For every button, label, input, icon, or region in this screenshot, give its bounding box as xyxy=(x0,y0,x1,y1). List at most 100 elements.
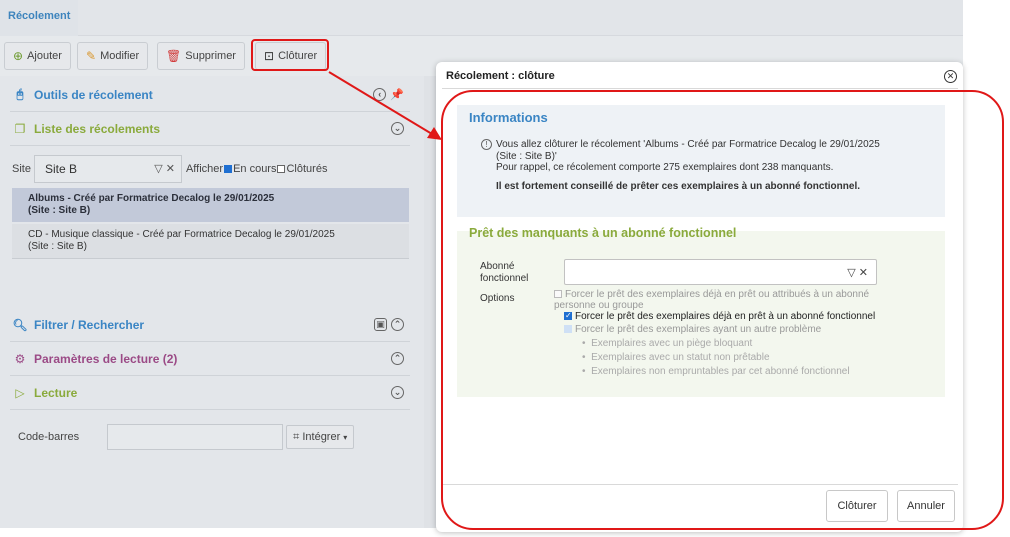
integrate-button-label: Intégrer xyxy=(302,431,341,443)
tab-recolement[interactable]: Récolement xyxy=(0,0,79,36)
abonne-label-line-2: fonctionnel xyxy=(480,273,529,284)
chevron-down-icon[interactable]: ⌄ xyxy=(391,386,404,399)
close-button-highlight xyxy=(251,39,329,71)
sub-option: • Exemplaires avec un statut non prêtabl… xyxy=(582,352,770,363)
close-icon[interactable]: ✕ xyxy=(944,70,957,83)
dialog-title: Récolement : clôture xyxy=(446,70,555,82)
site-select-controls: ▽ ✕ xyxy=(154,162,175,175)
abonne-select[interactable]: ▽ ✕ xyxy=(564,259,877,285)
app-tabbar: Récolement xyxy=(0,0,963,36)
pin-icon[interactable]: 📌 xyxy=(390,88,404,101)
info-line-2: (Site : Site B)' xyxy=(496,150,557,162)
add-button-label: Ajouter xyxy=(27,50,62,62)
info-panel: Informations ! Vous allez clôturer le ré… xyxy=(457,105,945,217)
add-button[interactable]: ⊕ Ajouter xyxy=(4,42,71,70)
list-item-title: CD - Musique classique - Créé par Format… xyxy=(28,229,335,240)
option-checkbox[interactable] xyxy=(564,310,572,321)
option-label: Forcer le prêt des exemplaires déjà en p… xyxy=(575,311,876,322)
barcode-input[interactable] xyxy=(107,424,284,450)
footer-divider xyxy=(442,484,958,485)
section-filtrer-controls: ▣ ⌃ xyxy=(374,318,404,331)
site-filter-row: Site Site B ▽ ✕ Afficher En cours Clôtur… xyxy=(12,155,412,183)
info-warning: Il est fortement conseillé de prêter ces… xyxy=(496,180,860,192)
section-liste-title: Liste des récolements xyxy=(34,121,161,136)
section-filtrer-title: Filtrer / Rechercher xyxy=(34,317,145,332)
clear-icon[interactable]: ✕ xyxy=(166,163,175,175)
option-label: Forcer le prêt des exemplaires ayant un … xyxy=(575,324,822,335)
barcode-label: Code-barres xyxy=(18,431,80,443)
delete-button[interactable]: 🗑 Supprimer xyxy=(157,42,245,70)
option-label: Forcer le prêt des exemplaires déjà en p… xyxy=(565,289,870,300)
section-liste-controls: ⌄ xyxy=(391,122,404,135)
section-liste[interactable]: ❐ Liste des récolements ⌄ xyxy=(10,112,410,146)
dropdown-icon[interactable]: ▽ xyxy=(847,267,855,279)
section-filtrer[interactable]: 🔍︎ Filtrer / Rechercher ▣ ⌃ xyxy=(10,308,410,342)
abonne-label-line-1: Abonné xyxy=(480,261,515,272)
info-text: ! Vous allez clôturer le récolement 'Alb… xyxy=(481,139,921,192)
dropdown-icon[interactable]: ▽ xyxy=(154,163,162,175)
info-title: Informations xyxy=(469,110,548,125)
section-outils-controls: ‹ 📌 xyxy=(373,88,404,101)
header-divider xyxy=(442,88,958,89)
chevron-left-icon[interactable]: ‹ xyxy=(373,88,387,101)
sub-option: • Exemplaires avec un piège bloquant xyxy=(582,338,753,349)
list-item-site: (Site : Site B) xyxy=(28,241,87,252)
list-item-site: (Site : Site B) xyxy=(28,205,91,216)
info-line-1: Vous allez clôturer le récolement 'Album… xyxy=(496,139,880,150)
closed-checkbox[interactable] xyxy=(277,165,286,173)
section-outils[interactable]: 🖰 Outils de récolement ‹ 📌 xyxy=(10,78,410,112)
copy-icon: ❐ xyxy=(14,121,26,136)
section-outils-title: Outils de récolement xyxy=(34,87,153,102)
list-item[interactable]: Albums - Créé par Formatrice Decalog le … xyxy=(12,188,409,222)
option-checkbox[interactable] xyxy=(554,290,562,298)
info-line-3: Pour rappel, ce récolement comporte 275 … xyxy=(496,162,834,173)
section-parametres[interactable]: ⚙ Paramètres de lecture (2) ⌃ xyxy=(10,342,410,376)
sub-option-label: Exemplaires avec un piège bloquant xyxy=(591,338,753,349)
close-dialog: Récolement : clôture ✕ Informations ! Vo… xyxy=(436,62,963,532)
option-checkbox[interactable] xyxy=(564,325,572,333)
in-progress-label: En cours xyxy=(233,163,277,175)
caret-down-icon: ▾ xyxy=(343,432,348,442)
option-force-loaned-functional[interactable]: Forcer le prêt des exemplaires déjà en p… xyxy=(564,310,876,322)
sub-option: • Exemplaires non empruntables par cet a… xyxy=(582,366,850,377)
section-lecture-controls: ⌄ xyxy=(391,386,404,399)
option-force-loaned-person[interactable]: Forcer le prêt des exemplaires déjà en p… xyxy=(554,289,869,311)
section-lecture[interactable]: ▷ Lecture ⌄ xyxy=(10,376,410,410)
chevron-up-icon[interactable]: ⌃ xyxy=(391,318,404,331)
edit-button[interactable]: ✎ Modifier xyxy=(77,42,149,70)
show-label: Afficher xyxy=(185,163,224,175)
list-item[interactable]: CD - Musique classique - Créé par Format… xyxy=(12,224,409,259)
search-icon: 🔍︎ xyxy=(12,317,28,332)
chevron-up-icon[interactable]: ⌃ xyxy=(391,352,404,365)
section-parametres-title: Paramètres de lecture (2) xyxy=(34,351,178,366)
barcode-row: Code-barres ⌗ Intégrer ▾ xyxy=(18,424,355,450)
site-select[interactable]: Site B ▽ ✕ xyxy=(33,155,182,183)
in-progress-checkbox[interactable] xyxy=(224,165,233,173)
info-line: ! Vous allez clôturer le récolement 'Alb… xyxy=(481,139,921,151)
option-force-other-problem[interactable]: Forcer le prêt des exemplaires ayant un … xyxy=(564,324,821,335)
filter-save-icon[interactable]: ▣ xyxy=(374,318,387,331)
site-label: Site xyxy=(12,163,31,175)
loan-title: Prêt des manquants à un abonné fonctionn… xyxy=(469,226,737,240)
loan-panel: Prêt des manquants à un abonné fonctionn… xyxy=(457,226,945,397)
chevron-down-icon[interactable]: ⌄ xyxy=(391,122,404,135)
closed-label: Clôturés xyxy=(286,163,328,175)
delete-button-label: Supprimer xyxy=(185,50,236,62)
dialog-header: Récolement : clôture ✕ xyxy=(436,62,963,90)
clear-icon[interactable]: ✕ xyxy=(859,267,868,279)
site-select-value: Site B xyxy=(44,162,77,176)
play-icon: ▷ xyxy=(15,385,25,400)
pencil-icon: ✎ xyxy=(86,49,97,63)
trash-icon: 🗑 xyxy=(166,49,182,63)
option-label-line-2: personne ou groupe xyxy=(554,300,644,311)
abonne-label: Abonné fonctionnel xyxy=(480,261,528,285)
edit-button-label: Modifier xyxy=(100,50,140,62)
gear-icon: ⚙ xyxy=(14,351,26,366)
camera-icon: ⌗ xyxy=(293,430,300,443)
integrate-button[interactable]: ⌗ Intégrer ▾ xyxy=(286,425,355,449)
sub-option-label: Exemplaires avec un statut non prêtable xyxy=(591,352,770,363)
mouse-icon: 🖰 xyxy=(16,87,24,101)
confirm-close-button[interactable]: Clôturer xyxy=(826,490,888,522)
cancel-button[interactable]: Annuler xyxy=(897,490,955,522)
section-lecture-title: Lecture xyxy=(34,385,78,400)
